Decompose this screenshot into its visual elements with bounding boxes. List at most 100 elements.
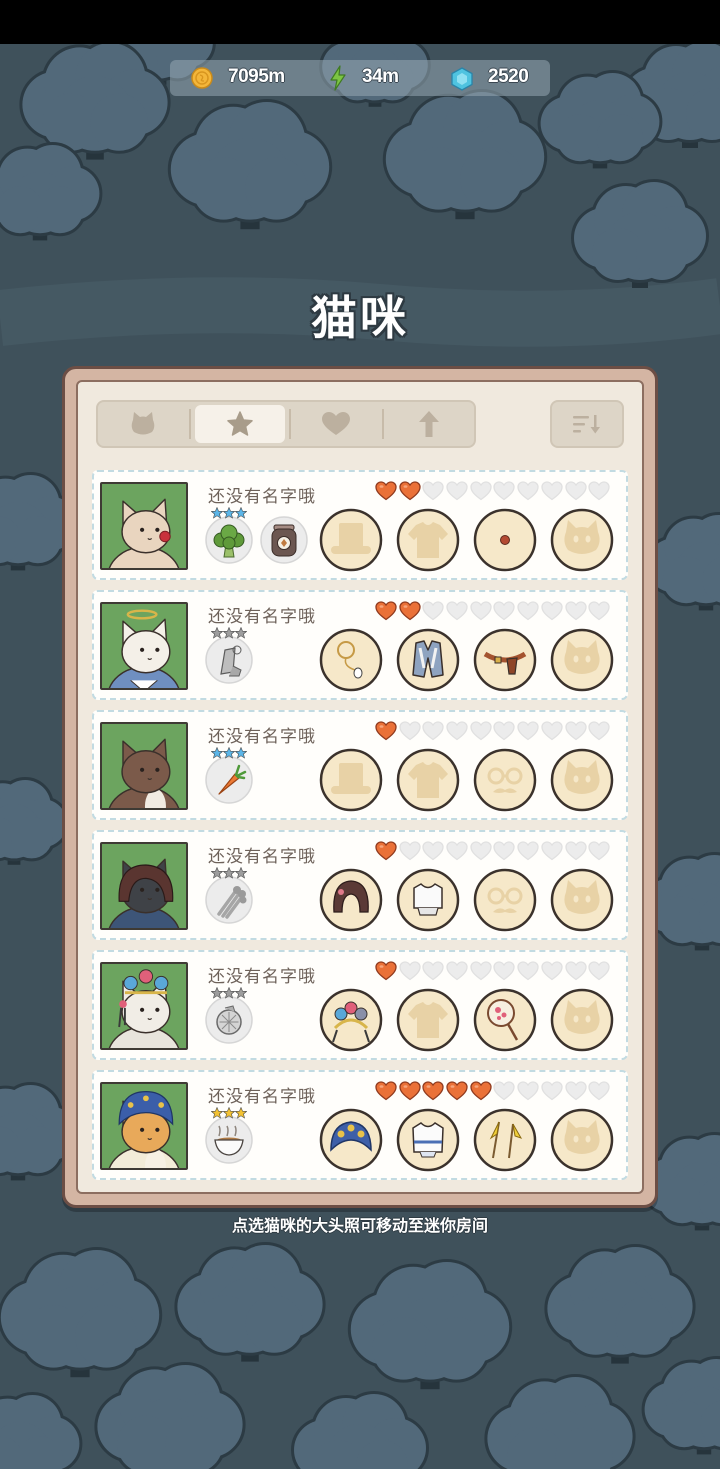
rarity-star-icon: [211, 867, 223, 879]
accessory-slot-empty[interactable]: [550, 628, 614, 692]
favorite-food-slot[interactable]: [205, 987, 253, 1044]
cat-avatar-button[interactable]: [100, 722, 188, 810]
heart-empty-icon: [517, 721, 539, 741]
rarity-star-icon: [223, 627, 235, 639]
heart-empty-icon: [564, 481, 587, 501]
accessory-slot-empty[interactable]: [319, 508, 383, 572]
page-title: 猫咪: [311, 292, 409, 344]
cat-list-panel: 还没有名字哦 还没有名字哦 还没有名字哦 还没有名字哦 还没有名字哦 还没有名字…: [62, 366, 658, 1208]
game-screen: 7095m 34m 2520 猫咪 还没有名字哦 还没有名字哦 还没有名字哦 还…: [0, 0, 720, 1469]
heart-empty-icon: [470, 961, 492, 981]
accessory-slot-equipped[interactable]: [319, 628, 383, 692]
heart-empty-icon: [517, 601, 539, 621]
accessory-slot-empty[interactable]: [473, 868, 537, 932]
heart-empty-icon: [493, 721, 516, 741]
rarity-star-icon: [235, 1107, 247, 1119]
cat-avatar-button[interactable]: [100, 602, 188, 690]
rarity-star-icon: [211, 1107, 223, 1119]
cat-avatar-button[interactable]: [100, 1082, 188, 1170]
rarity-stars: [211, 747, 247, 759]
affection-hearts: [375, 601, 610, 621]
accessory-slot-empty[interactable]: [396, 508, 460, 572]
tab-affection[interactable]: [291, 402, 382, 446]
halo-icon: [319, 628, 383, 692]
cat-row: 还没有名字哦: [92, 830, 628, 940]
accessory-slot-empty[interactable]: [550, 508, 614, 572]
gem-icon: [451, 67, 473, 91]
heart-empty-icon: [493, 481, 516, 501]
accessory-slot-empty[interactable]: [550, 748, 614, 812]
cat-slot-empty-icon: [550, 628, 614, 692]
coin-amount: 7095m: [228, 66, 285, 87]
heart-empty-icon: [588, 721, 610, 741]
heart-empty-icon: [588, 481, 610, 501]
sort-descending-icon: [573, 415, 600, 434]
accessory-slot-equipped[interactable]: [319, 988, 383, 1052]
rarity-star-icon: [223, 747, 235, 759]
tab-level[interactable]: [384, 402, 475, 446]
accessory-slot-equipped[interactable]: [319, 868, 383, 932]
tab-cats[interactable]: [98, 402, 189, 446]
bob-wig-icon: [319, 868, 383, 932]
favorite-food-slot[interactable]: [205, 867, 253, 924]
white-cat-headdress-portrait: [102, 964, 186, 1048]
clothes-slot-empty-icon: [396, 748, 460, 812]
cat-icon: [131, 412, 155, 435]
rarity-star-icon: [211, 627, 223, 639]
accessory-slot-equipped[interactable]: [473, 988, 537, 1052]
cat-name: 还没有名字哦: [208, 487, 316, 506]
hat-slot-empty-icon: [319, 508, 383, 572]
accessory-slot-empty[interactable]: [396, 748, 460, 812]
accessory-slot-equipped[interactable]: [396, 628, 460, 692]
accessory-slot-equipped[interactable]: [396, 868, 460, 932]
sort-button[interactable]: [550, 400, 624, 448]
heart-empty-icon: [470, 841, 492, 861]
favorite-food-slot[interactable]: [205, 1107, 253, 1164]
heart-empty-icon: [470, 601, 492, 621]
heart-empty-icon: [588, 841, 610, 861]
white-cat-halo-portrait: [102, 604, 186, 688]
accessory-slot-equipped[interactable]: [319, 1108, 383, 1172]
favorite-food-slot[interactable]: [205, 507, 253, 564]
accessory-slot-empty[interactable]: [550, 988, 614, 1052]
favorite-food-slot[interactable]: [260, 516, 308, 564]
cat-name: 还没有名字哦: [208, 1087, 316, 1106]
rarity-stars: [211, 1107, 247, 1119]
noodle-bowl-icon: [205, 1116, 253, 1164]
accessory-slot-empty[interactable]: [473, 748, 537, 812]
rarity-star-icon: [223, 1107, 235, 1119]
stone-tool-icon: [205, 636, 253, 684]
tab-favorites[interactable]: [194, 405, 285, 443]
rarity-stars: [211, 507, 247, 519]
accessory-slot-equipped[interactable]: [396, 1108, 460, 1172]
heart-empty-icon: [541, 961, 563, 981]
heart-empty-icon: [422, 481, 445, 501]
round-fan-icon: [473, 988, 537, 1052]
heart-empty-icon: [517, 481, 539, 501]
accessory-slot-equipped[interactable]: [473, 1108, 537, 1172]
heart-empty-icon: [493, 601, 516, 621]
cat-avatar-button[interactable]: [100, 962, 188, 1050]
favorite-food-slot[interactable]: [205, 627, 253, 684]
accessory-slot-empty[interactable]: [319, 748, 383, 812]
cat-row: 还没有名字哦: [92, 950, 628, 1060]
cat-list: 还没有名字哦 还没有名字哦 还没有名字哦 还没有名字哦 还没有名字哦 还没有名字…: [92, 470, 628, 1180]
rarity-stars: [211, 627, 247, 639]
affection-hearts: [375, 721, 610, 741]
heart-filled-icon: [375, 481, 397, 501]
accessory-slot-empty[interactable]: [396, 988, 460, 1052]
rarity-star-icon: [223, 987, 235, 999]
cat-avatar-button[interactable]: [100, 842, 188, 930]
heart-empty-icon: [446, 721, 468, 741]
favorite-food-slot[interactable]: [205, 747, 253, 804]
accessory-slot-empty[interactable]: [550, 1108, 614, 1172]
cat-avatar-button[interactable]: [100, 482, 188, 570]
heart-filled-icon: [375, 841, 397, 861]
heart-empty-icon: [541, 841, 563, 861]
heart-empty-icon: [470, 481, 492, 501]
accessory-slot-equipped[interactable]: [473, 508, 537, 572]
heart-empty-icon: [564, 601, 587, 621]
accessory-slot-equipped[interactable]: [473, 628, 537, 692]
accessory-slot-empty[interactable]: [550, 868, 614, 932]
rarity-star-icon: [211, 507, 223, 519]
